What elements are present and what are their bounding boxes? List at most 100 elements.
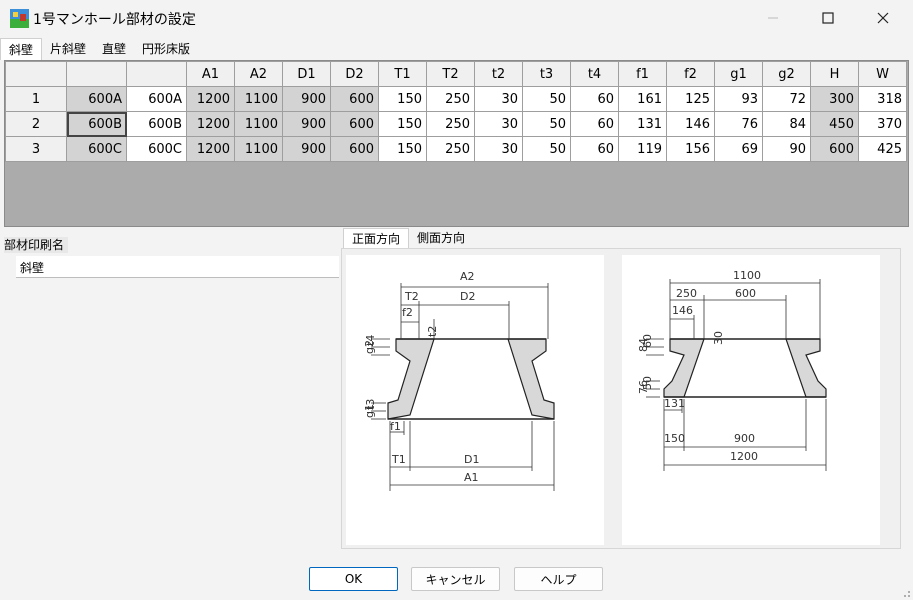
tab-side-view[interactable]: 側面方向 <box>409 228 473 248</box>
value-cell[interactable]: 30 <box>474 136 523 162</box>
value-cell[interactable]: 76 <box>714 111 763 137</box>
side-dim-top-t: 30 <box>712 331 725 345</box>
row-header[interactable]: 2 <box>5 111 67 137</box>
maximize-icon <box>822 12 834 24</box>
column-header[interactable]: D1 <box>282 61 331 87</box>
minimize-button[interactable] <box>750 0 796 36</box>
value-cell[interactable]: 30 <box>474 86 523 112</box>
value-cell[interactable]: 600 <box>810 136 859 162</box>
value-cell[interactable]: 60 <box>570 86 619 112</box>
value-cell[interactable]: 60 <box>570 111 619 137</box>
row-header[interactable]: 3 <box>5 136 67 162</box>
value-cell[interactable]: 72 <box>762 86 811 112</box>
tab-front-view[interactable]: 正面方向 <box>343 228 410 248</box>
value-cell[interactable]: 600 <box>330 136 379 162</box>
value-cell[interactable]: 156 <box>666 136 715 162</box>
value-cell[interactable]: 60 <box>570 136 619 162</box>
wall-type-tabs: 斜壁 片斜壁 直壁 円形床版 <box>0 38 198 60</box>
value-cell[interactable]: 300 <box>810 86 859 112</box>
value-cell[interactable]: 150 <box>378 111 427 137</box>
part-name-cell[interactable]: 600A <box>126 86 187 112</box>
print-name-field[interactable]: 斜壁 <box>16 256 339 278</box>
column-header[interactable] <box>126 61 187 87</box>
value-cell[interactable]: 131 <box>618 111 667 137</box>
close-button[interactable] <box>860 0 906 36</box>
tab-slanted-wall[interactable]: 斜壁 <box>0 38 43 60</box>
value-cell[interactable]: 900 <box>282 86 331 112</box>
value-cell[interactable]: 600 <box>330 86 379 112</box>
column-header[interactable] <box>66 61 127 87</box>
diagram-area: A2 T2 D2 f2 t2 g2 t4 g1 t3 f1 T1 D1 A1 1… <box>341 248 901 549</box>
column-header[interactable]: g1 <box>714 61 763 87</box>
column-header[interactable]: T2 <box>426 61 475 87</box>
value-cell[interactable]: 900 <box>282 111 331 137</box>
part-code-cell[interactable]: 600B <box>66 111 127 137</box>
value-cell[interactable]: 93 <box>714 86 763 112</box>
print-name-label: 部材印刷名 <box>4 237 69 253</box>
value-cell[interactable]: 318 <box>858 86 907 112</box>
value-cell[interactable]: 161 <box>618 86 667 112</box>
tab-straight-wall[interactable]: 直壁 <box>94 38 134 60</box>
column-header[interactable]: T1 <box>378 61 427 87</box>
value-cell[interactable]: 90 <box>762 136 811 162</box>
column-header[interactable]: H <box>810 61 859 87</box>
value-cell[interactable]: 119 <box>618 136 667 162</box>
part-code-cell[interactable]: 600C <box>66 136 127 162</box>
value-cell[interactable]: 30 <box>474 111 523 137</box>
resize-grip-icon[interactable] <box>901 588 911 598</box>
value-cell[interactable]: 370 <box>858 111 907 137</box>
front-left-wall-section <box>387 338 435 420</box>
value-cell[interactable]: 125 <box>666 86 715 112</box>
value-cell[interactable]: 250 <box>426 111 475 137</box>
table-row[interactable]: 2 600B 600B 1200 1100 900 600 150 250 30 50 60 131 14… <box>5 111 907 137</box>
column-header[interactable]: f1 <box>618 61 667 87</box>
value-cell[interactable]: 250 <box>426 136 475 162</box>
help-button[interactable]: ヘルプ <box>514 567 603 591</box>
value-cell[interactable]: 250 <box>426 86 475 112</box>
column-header[interactable]: D2 <box>330 61 379 87</box>
front-right-wall-section <box>507 338 555 420</box>
value-cell[interactable]: 1200 <box>186 136 235 162</box>
value-cell[interactable]: 1200 <box>186 86 235 112</box>
value-cell[interactable]: 84 <box>762 111 811 137</box>
front-dim-D2: D2 <box>460 290 475 303</box>
tab-half-slanted-wall[interactable]: 片斜壁 <box>42 38 94 60</box>
part-code-cell[interactable]: 600A <box>66 86 127 112</box>
value-cell[interactable]: 1100 <box>234 136 283 162</box>
column-header[interactable]: W <box>858 61 907 87</box>
part-name-cell[interactable]: 600C <box>126 136 187 162</box>
value-cell[interactable]: 900 <box>282 136 331 162</box>
maximize-button[interactable] <box>805 0 851 36</box>
column-header[interactable]: t3 <box>522 61 571 87</box>
table-row[interactable]: 3 600C 600C 1200 1100 900 600 150 250 30 50 60 119 15… <box>5 136 907 162</box>
ok-button[interactable]: OK <box>309 567 398 591</box>
table-row[interactable]: 1 600A 600A 1200 1100 900 600 150 250 30 50 60 161 12… <box>5 86 907 112</box>
value-cell[interactable]: 450 <box>810 111 859 137</box>
side-dim-top-f: 146 <box>672 304 693 317</box>
tab-circular-slab[interactable]: 円形床版 <box>134 38 198 60</box>
value-cell[interactable]: 50 <box>522 86 571 112</box>
value-cell[interactable]: 1200 <box>186 111 235 137</box>
column-header[interactable]: A1 <box>186 61 235 87</box>
column-header[interactable]: f2 <box>666 61 715 87</box>
value-cell[interactable]: 69 <box>714 136 763 162</box>
value-cell[interactable]: 1100 <box>234 111 283 137</box>
value-cell[interactable]: 146 <box>666 111 715 137</box>
value-cell[interactable]: 600 <box>330 111 379 137</box>
value-cell[interactable]: 150 <box>378 136 427 162</box>
column-header[interactable]: g2 <box>762 61 811 87</box>
front-dim-f1: f1 <box>390 420 401 433</box>
column-header[interactable]: t4 <box>570 61 619 87</box>
value-cell[interactable]: 50 <box>522 111 571 137</box>
value-cell[interactable]: 1100 <box>234 86 283 112</box>
column-header[interactable]: t2 <box>474 61 523 87</box>
value-cell[interactable]: 150 <box>378 86 427 112</box>
part-name-cell[interactable]: 600B <box>126 111 187 137</box>
column-header[interactable]: A2 <box>234 61 283 87</box>
row-header[interactable]: 1 <box>5 86 67 112</box>
front-view-panel: A2 T2 D2 f2 t2 g2 t4 g1 t3 f1 T1 D1 A1 <box>346 255 604 545</box>
cancel-button[interactable]: キャンセル <box>411 567 500 591</box>
value-cell[interactable]: 50 <box>522 136 571 162</box>
value-cell[interactable]: 425 <box>858 136 907 162</box>
side-dim-top-wall: 250 <box>676 287 697 300</box>
